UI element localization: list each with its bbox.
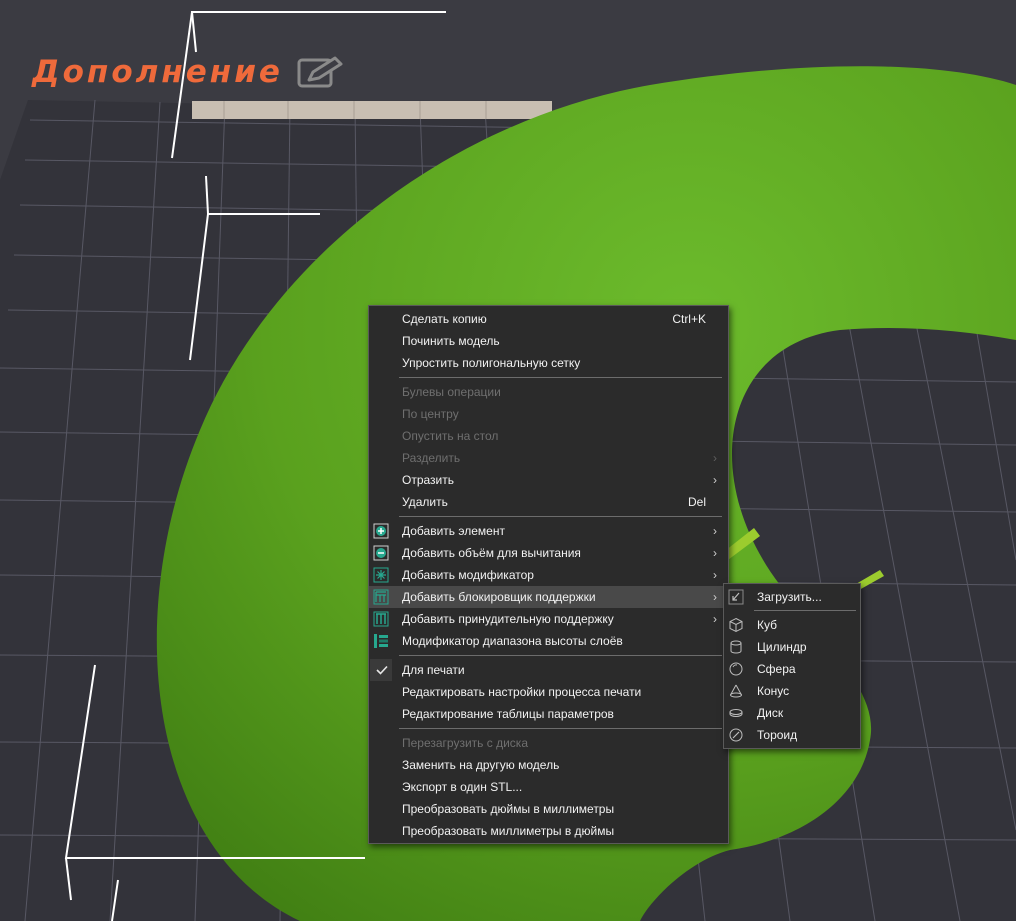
menu-item-label: Разделить [402,451,461,465]
add-modifier-icon [373,567,389,583]
menu-item-label: Добавить элемент [402,524,505,538]
submenu-arrow-icon: › [713,590,717,604]
load-icon [728,589,744,605]
sphere-icon [729,662,743,676]
submenu-item-load[interactable]: Загрузить... [724,586,860,608]
plate-edge-strip [192,101,552,119]
menu-item-edit-process-settings[interactable]: Редактировать настройки процесса печати [369,681,728,703]
banner-title: Дополнение [32,54,283,90]
menu-item-label: Упростить полигональную сетку [402,356,581,370]
submenu-item-label: Загрузить... [757,590,822,604]
submenu-item-label: Цилиндр [757,640,807,654]
menu-separator [399,728,722,729]
disc-icon [729,709,743,717]
submenu-arrow-icon: › [713,546,717,560]
add-negative-volume-icon [373,545,389,561]
menu-item-delete[interactable]: Удалить Del [369,491,728,513]
menu-item-label: Экспорт в один STL... [402,780,523,794]
support-enforcer-icon [373,611,389,627]
menu-item-label: Добавить блокировщик поддержки [402,590,596,604]
submenu-item-label: Диск [757,706,784,720]
shortcut-text: Del [687,495,706,509]
menu-item-mm-to-inches[interactable]: Преобразовать миллиметры в дюймы [369,820,728,842]
menu-item-label: Починить модель [402,334,500,348]
menu-item-drop-to-bed[interactable]: Опустить на стол [369,425,728,447]
submenu-item-cube[interactable]: Куб [724,614,860,636]
submenu-item-cone[interactable]: Конус [724,680,860,702]
menu-item-label: Редактировать настройки процесса печати [402,685,642,699]
submenu-item-sphere[interactable]: Сфера [724,658,860,680]
layer-range-icon [374,634,388,648]
menu-item-label: Опустить на стол [402,429,499,443]
submenu-item-disc[interactable]: Диск [724,702,860,724]
cone-icon [730,684,742,698]
menu-item-add-part[interactable]: Добавить элемент › [369,520,728,542]
menu-item-label: Преобразовать миллиметры в дюймы [402,824,615,838]
submenu-item-label: Тороид [757,728,798,742]
plugin-banner: Дополнение [32,52,345,92]
add-part-icon [373,523,389,539]
menu-item-simplify-mesh[interactable]: Упростить полигональную сетку [369,352,728,374]
submenu-arrow-icon: › [713,568,717,582]
submenu-arrow-icon: › [713,612,717,626]
menu-item-label: Отразить [402,473,454,487]
menu-item-add-support-enforcer[interactable]: Добавить принудительную поддержку › [369,608,728,630]
menu-item-label: Добавить принудительную поддержку [402,612,614,626]
menu-item-center[interactable]: По центру [369,403,728,425]
menu-item-replace-model[interactable]: Заменить на другую модель [369,754,728,776]
menu-item-clone[interactable]: Сделать копию Ctrl+K [369,308,728,330]
shortcut-text: Ctrl+K [672,312,706,326]
menu-item-label: Сделать копию [402,312,487,326]
submenu-item-label: Сфера [757,662,796,676]
menu-item-label: Добавить модификатор [402,568,534,582]
menu-item-layer-range-modifier[interactable]: Модификатор диапазона высоты слоёв [369,630,728,652]
menu-item-export-stl[interactable]: Экспорт в один STL... [369,776,728,798]
menu-item-label: Модификатор диапазона высоты слоёв [402,634,623,648]
menu-item-label: Заменить на другую модель [402,758,560,772]
menu-separator [399,516,722,517]
menu-item-add-negative-volume[interactable]: Добавить объём для вычитания › [369,542,728,564]
submenu-item-torus[interactable]: Тороид [724,724,860,746]
cube-icon [729,617,743,633]
menu-item-label: Удалить [402,495,448,509]
menu-item-fix-model[interactable]: Починить модель [369,330,728,352]
submenu-arrow-icon: › [713,524,717,538]
edit-icon [297,56,343,88]
menu-item-add-modifier[interactable]: Добавить модификатор › [369,564,728,586]
menu-item-add-support-blocker[interactable]: Добавить блокировщик поддержки › [369,586,728,608]
support-blocker-submenu: Загрузить... Куб Цилиндр Сфера Конус Дис… [723,583,861,749]
menu-item-label: Добавить объём для вычитания [402,546,581,560]
menu-item-boolean-ops[interactable]: Булевы операции [369,381,728,403]
menu-item-split[interactable]: Разделить › [369,447,728,469]
menu-item-mirror[interactable]: Отразить › [369,469,728,491]
submenu-item-label: Куб [757,618,777,632]
menu-separator [399,655,722,656]
menu-item-label: По центру [402,407,459,421]
menu-item-printable[interactable]: Для печати [369,659,728,681]
checkmark-icon [376,665,388,675]
menu-item-label: Булевы операции [402,385,501,399]
object-context-menu: Сделать копию Ctrl+K Починить модель Упр… [368,305,729,844]
menu-separator [399,377,722,378]
menu-item-edit-parameter-table[interactable]: Редактирование таблицы параметров [369,703,728,725]
submenu-arrow-icon: › [713,451,717,465]
submenu-item-cylinder[interactable]: Цилиндр [724,636,860,658]
support-blocker-icon [373,589,389,605]
menu-item-inches-to-mm[interactable]: Преобразовать дюймы в миллиметры [369,798,728,820]
submenu-arrow-icon: › [713,473,717,487]
menu-item-label: Для печати [402,663,465,677]
menu-item-reload-from-disk[interactable]: Перезагрузить с диска [369,732,728,754]
cylinder-icon [730,640,742,654]
menu-separator [754,610,856,611]
menu-item-label: Преобразовать дюймы в миллиметры [402,802,615,816]
menu-item-label: Перезагрузить с диска [402,736,528,750]
submenu-item-label: Конус [757,684,790,698]
menu-item-label: Редактирование таблицы параметров [402,707,614,721]
torus-icon [729,728,743,742]
